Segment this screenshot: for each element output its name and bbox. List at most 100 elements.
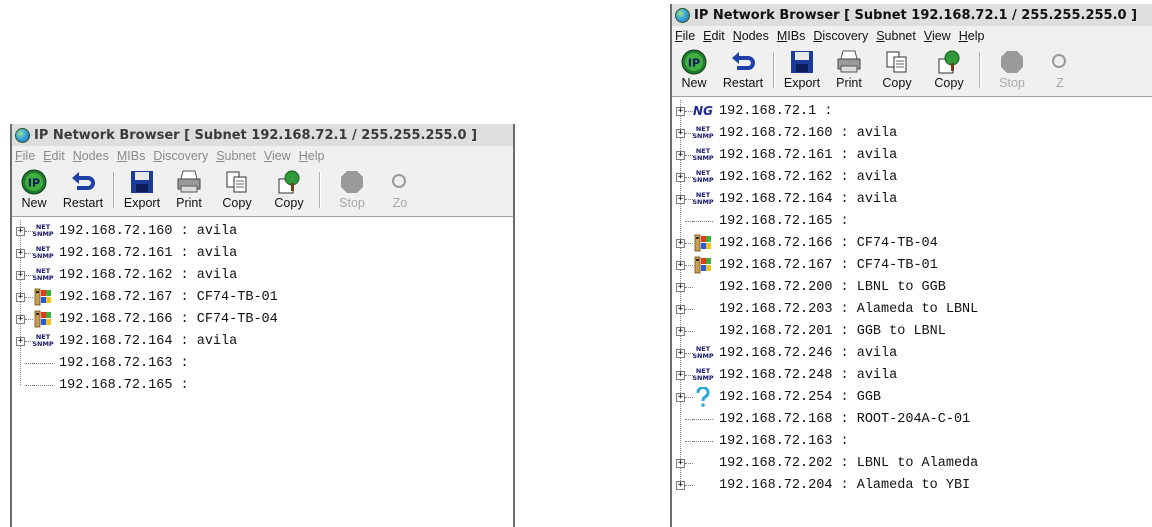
tree-branch-line [25,318,33,320]
tree-node[interactable]: + NG 192.168.72.1 : [672,100,1152,122]
tree-node[interactable]: +192.168.72.202 : LBNL to Alameda [672,452,1152,474]
toolbar-restart-button[interactable]: Restart [56,166,110,214]
tree-node[interactable]: + NET SNMP 192.168.72.164 : avila [672,188,1152,210]
tree-node[interactable]: +192.168.72.200 : LBNL to GGB [672,276,1152,298]
expand-toggle-icon[interactable]: + [676,392,685,402]
node-ip-address: 192.168.72.167 [59,289,173,305]
node-ip-address: 192.168.72.168 [719,411,833,427]
tree-node[interactable]: +192.168.72.167 : CF74-TB-01 [12,286,513,308]
toolbar-z-button[interactable]: Z [1040,46,1080,94]
zoom-icon [386,169,414,195]
node-separator: : [832,169,857,185]
toolbar-zo-button[interactable]: Zo [380,166,420,214]
tree-branch-line [685,484,693,486]
tree-branch-line [685,396,693,398]
toolbar-restart-button[interactable]: Restart [716,46,770,94]
expand-toggle-icon[interactable]: + [676,106,685,116]
toolbar-new-button[interactable]: IP New [672,46,716,94]
expand-toggle-icon[interactable]: + [676,260,685,270]
tree-node[interactable]: +192.168.72.201 : GGB to LBNL [672,320,1152,342]
menu-subnet[interactable]: Subnet [216,149,256,163]
menu-help[interactable]: Help [299,149,325,163]
expand-toggle-icon[interactable]: + [676,194,685,204]
menu-edit[interactable]: Edit [703,29,725,43]
expand-toggle-icon[interactable]: + [16,292,25,302]
net-snmp-icon: NET SNMP [32,245,54,260]
toolbar-new-button[interactable]: IP New [12,166,56,214]
expand-toggle-icon[interactable]: + [16,336,25,346]
toolbar-copy-button[interactable]: Copy [262,166,316,214]
expand-toggle-icon[interactable]: + [16,248,25,258]
menu-mibs[interactable]: MIBs [117,149,145,163]
tree-node[interactable]: + NET SNMP 192.168.72.160 : avila [12,220,513,242]
no-icon [693,220,713,222]
expand-toggle-icon[interactable]: + [676,238,685,248]
menu-nodes[interactable]: Nodes [73,149,109,163]
toolbar: IP New Restart Export Print Copy Copy Stop Zo [12,166,513,217]
menu-file[interactable]: File [675,29,695,43]
menu-mibs[interactable]: MIBs [777,29,805,43]
expand-toggle-icon[interactable]: + [676,282,685,292]
tree-node[interactable]: + NET SNMP 192.168.72.160 : avila [672,122,1152,144]
tree-branch-line [685,110,693,112]
toolbar-stop-button[interactable]: Stop [324,166,380,214]
expand-toggle-icon[interactable]: + [676,326,685,336]
tree-node[interactable]: + NET SNMP 192.168.72.162 : avila [12,264,513,286]
tree-branch-line [685,220,693,222]
expand-toggle-icon[interactable]: + [676,150,685,160]
menu-nodes[interactable]: Nodes [733,29,769,43]
menu-discovery[interactable]: Discovery [813,29,868,43]
tree-node[interactable]: +192.168.72.166 : CF74-TB-04 [12,308,513,330]
toolbar-export-button[interactable]: Export [778,46,826,94]
tree-node[interactable]: + NET SNMP 192.168.72.246 : avila [672,342,1152,364]
tree-node[interactable]: +192.168.72.167 : CF74-TB-01 [672,254,1152,276]
title-bar: IP Network Browser [ Subnet 192.168.72.1… [672,4,1152,26]
tree-node[interactable]: 192.168.72.163 : [12,352,513,374]
windows-host-icon [33,288,53,306]
menu-subnet[interactable]: Subnet [876,29,916,43]
tree-node[interactable]: 192.168.72.168 : ROOT-204A-C-01 [672,408,1152,430]
tree-node[interactable]: + NET SNMP 192.168.72.162 : avila [672,166,1152,188]
tree-node[interactable]: 192.168.72.165 : [672,210,1152,232]
node-hostname: avila [196,245,238,261]
menu-view[interactable]: View [264,149,291,163]
tree-node[interactable]: +192.168.72.204 : Alameda to YBI [672,474,1152,496]
tree-node[interactable]: +192.168.72.203 : Alameda to LBNL [672,298,1152,320]
blank-node-icon [693,454,713,472]
toolbar-print-button[interactable]: Print [166,166,212,214]
expand-toggle-icon[interactable]: + [676,304,685,314]
toolbar-export-button[interactable]: Export [118,166,166,214]
expand-toggle-icon[interactable]: + [676,480,685,490]
toolbar-stop-button[interactable]: Stop [984,46,1040,94]
expand-toggle-icon[interactable]: + [676,172,685,182]
tree-node[interactable]: + NET SNMP 192.168.72.161 : avila [672,144,1152,166]
tree-node[interactable]: + NET SNMP 192.168.72.164 : avila [12,330,513,352]
tree-node[interactable]: 192.168.72.165 : [12,374,513,396]
toolbar-print-button[interactable]: Print [826,46,872,94]
expand-toggle-icon[interactable]: + [16,226,25,236]
node-hostname: avila [856,125,898,141]
expand-toggle-icon[interactable]: + [676,128,685,138]
node-separator: : [832,455,857,471]
node-separator: : [832,411,857,427]
expand-toggle-icon[interactable]: + [16,270,25,280]
expand-toggle-icon[interactable]: + [676,348,685,358]
tree-node[interactable]: +192.168.72.254 : GGB [672,386,1152,408]
menu-discovery[interactable]: Discovery [153,149,208,163]
toolbar-copy-button[interactable]: Copy [922,46,976,94]
tree-node[interactable]: 192.168.72.163 : [672,430,1152,452]
tree-node[interactable]: +192.168.72.166 : CF74-TB-04 [672,232,1152,254]
menu-help[interactable]: Help [959,29,985,43]
menu-edit[interactable]: Edit [43,149,65,163]
tree-node[interactable]: + NET SNMP 192.168.72.248 : avila [672,364,1152,386]
toolbar-copy-button[interactable]: Copy [212,166,262,214]
menu-file[interactable]: File [15,149,35,163]
tree-node[interactable]: + NET SNMP 192.168.72.161 : avila [12,242,513,264]
node-separator: : [172,245,197,261]
toolbar-copy-button[interactable]: Copy [872,46,922,94]
floppy-disk-icon [788,49,816,75]
expand-toggle-icon[interactable]: + [16,314,25,324]
menu-view[interactable]: View [924,29,951,43]
expand-toggle-icon[interactable]: + [676,370,685,380]
expand-toggle-icon[interactable]: + [676,458,685,468]
